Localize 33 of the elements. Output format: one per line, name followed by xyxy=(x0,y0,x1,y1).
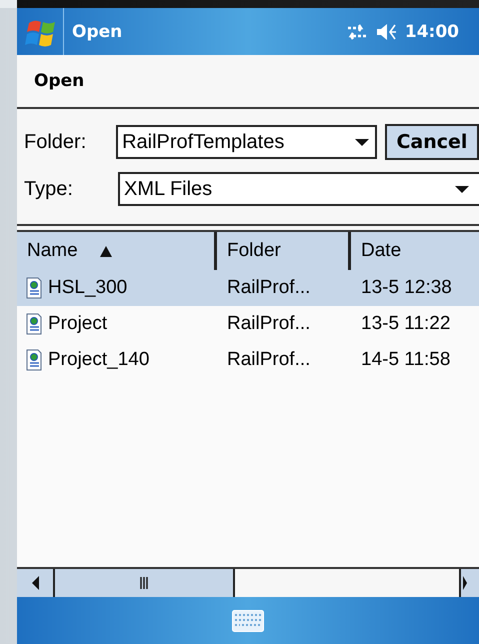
file-folder: RailProf... xyxy=(226,313,312,335)
field-label: Type: xyxy=(24,178,74,200)
dialog-title: Open xyxy=(34,71,84,91)
speaker-icon[interactable] xyxy=(376,22,397,42)
file-name: HSL_300 xyxy=(48,277,128,299)
file-date: 13-5 12:38 xyxy=(360,277,453,299)
file-row[interactable]: Project_140 RailProf... 14-5 11:58 xyxy=(17,342,479,378)
keyboard-icon[interactable] xyxy=(232,610,264,632)
file-row[interactable]: Project RailProf... 13-5 11:22 xyxy=(17,306,479,342)
field-label: Folder: xyxy=(24,130,88,154)
document-icon xyxy=(25,313,42,335)
cancel-button[interactable]: Cancel xyxy=(384,124,479,160)
document-icon xyxy=(25,349,42,371)
file-name: Project xyxy=(48,313,108,335)
file-row[interactable]: HSL_300 RailProf... 13-5 12:38 xyxy=(17,270,479,306)
file-folder: RailProf... xyxy=(226,349,312,371)
column-header[interactable]: Date xyxy=(351,232,479,270)
grip-icon xyxy=(140,577,148,589)
file-date: 13-5 11:22 xyxy=(360,313,452,335)
type-dropdown[interactable]: XML Files xyxy=(118,172,479,206)
file-folder: RailProf... xyxy=(226,277,312,299)
file-date: 14-5 11:58 xyxy=(360,349,452,371)
window-title: Open xyxy=(72,22,124,42)
dropdown-caret-icon xyxy=(354,138,369,146)
clock-time[interactable]: 14:00 xyxy=(404,22,459,42)
folder-dropdown[interactable]: RailProfTemplates xyxy=(116,125,377,159)
connectivity-arrows-icon[interactable] xyxy=(346,22,368,40)
scrollbar-thumb[interactable] xyxy=(55,569,235,597)
scroll-right-icon[interactable] xyxy=(463,576,467,590)
document-icon xyxy=(25,277,42,299)
dropdown-caret-icon xyxy=(455,186,469,192)
file-name: Project_140 xyxy=(48,349,150,371)
scroll-left-icon[interactable] xyxy=(32,576,38,590)
